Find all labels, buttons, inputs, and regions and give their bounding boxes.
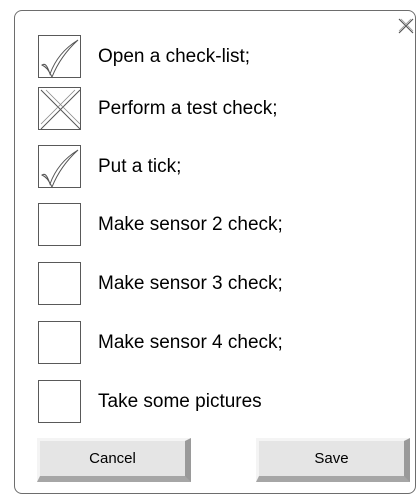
checklist-item-label: Perform a test check; [98,98,278,119]
save-button[interactable]: Save [256,438,410,482]
checkbox[interactable] [38,262,81,305]
checklist-item-label: Take some pictures [98,391,262,412]
checklist-item-label: Make sensor 4 check; [98,332,283,353]
checklist-item: Open a check-list; [38,35,398,79]
checklist-item: Make sensor 4 check; [38,321,398,365]
checklist-item: Take some pictures [38,380,398,424]
checklist-item-label: Open a check-list; [98,46,251,67]
tick-icon [41,149,79,189]
checkbox[interactable] [38,35,81,79]
checkbox[interactable] [38,145,81,189]
close-icon[interactable] [397,17,415,35]
checklist-item: Make sensor 2 check; [38,203,398,247]
checkbox[interactable] [38,380,81,423]
checkbox[interactable] [38,203,81,246]
cancel-button[interactable]: Cancel [37,438,191,482]
tick-icon [41,39,79,79]
checklist-item-label: Put a tick; [98,156,182,177]
checkbox[interactable] [38,321,81,364]
checklist-item: Make sensor 3 check; [38,262,398,306]
checklist-item: Put a tick; [38,145,398,189]
checkbox[interactable] [38,87,81,130]
checklist-item-label: Make sensor 3 check; [98,273,283,294]
checklist-item: Perform a test check; [38,87,398,131]
checklist-item-label: Make sensor 2 check; [98,214,283,235]
cross-icon [40,89,81,130]
